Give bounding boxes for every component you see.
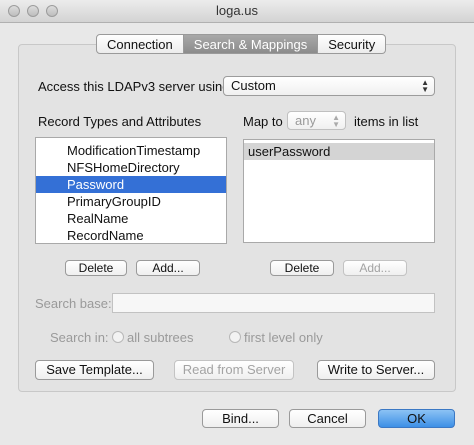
mapping-delete-button[interactable]: Delete: [270, 260, 334, 276]
search-base-field: [112, 293, 435, 313]
tab-bar: Connection Search & Mappings Security: [96, 34, 387, 54]
window: loga.us Connection Search & Mappings Sec…: [0, 0, 474, 445]
record-types-header: Record Types and Attributes: [38, 114, 202, 129]
record-add-button[interactable]: Add...: [136, 260, 200, 276]
access-method-value: Custom: [231, 78, 276, 93]
cancel-button[interactable]: Cancel: [289, 409, 366, 428]
list-item[interactable]: RecordName: [36, 227, 226, 243]
list-item[interactable]: PrimaryGroupID: [36, 193, 226, 210]
map-to-label: Map to: [243, 114, 283, 129]
all-subtrees-label: all subtrees: [127, 330, 194, 345]
read-from-server-button: Read from Server: [174, 360, 294, 380]
attribute-mapping-list[interactable]: userPassword: [243, 139, 435, 243]
tab-search-mappings[interactable]: Search & Mappings: [183, 34, 319, 54]
access-label: Access this LDAPv3 server using: [38, 79, 230, 94]
search-in-label: Search in:: [50, 330, 109, 345]
list-item[interactable]: NFSHomeDirectory: [36, 159, 226, 176]
list-item[interactable]: RealName: [36, 210, 226, 227]
mapping-add-button: Add...: [343, 260, 407, 276]
access-method-popup[interactable]: Custom ▲ ▼: [223, 76, 435, 96]
record-delete-button[interactable]: Delete: [65, 260, 127, 276]
map-to-value: any: [295, 113, 316, 128]
list-item[interactable]: ModificationTimestamp: [36, 142, 226, 159]
title-bar: loga.us: [0, 0, 474, 23]
first-level-label: first level only: [244, 330, 323, 345]
write-to-server-button[interactable]: Write to Server...: [317, 360, 435, 380]
popup-arrows-icon: ▲ ▼: [332, 113, 340, 129]
all-subtrees-radio: [112, 331, 124, 343]
list-item[interactable]: userPassword: [244, 143, 434, 160]
items-in-list-label: items in list: [354, 114, 419, 129]
search-base-label: Search base:: [35, 296, 112, 311]
tab-connection[interactable]: Connection: [96, 34, 184, 54]
window-title: loga.us: [216, 3, 258, 18]
bind-button[interactable]: Bind...: [202, 409, 279, 428]
list-item[interactable]: Password: [36, 176, 226, 193]
save-template-button[interactable]: Save Template...: [35, 360, 154, 380]
record-types-list[interactable]: ModificationTimestamp NFSHomeDirectory P…: [35, 137, 227, 244]
tab-security[interactable]: Security: [318, 34, 387, 54]
ok-button[interactable]: OK: [378, 409, 455, 428]
map-to-popup: any ▲ ▼: [287, 111, 346, 130]
popup-arrows-icon: ▲ ▼: [421, 78, 429, 94]
first-level-radio: [229, 331, 241, 343]
